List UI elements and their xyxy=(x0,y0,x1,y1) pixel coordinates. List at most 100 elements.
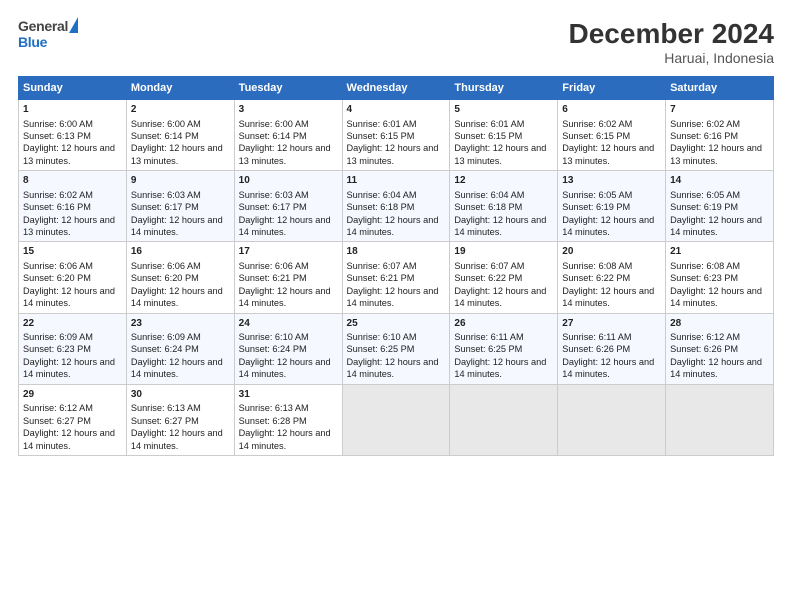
calendar-week-row: 15Sunrise: 6:06 AMSunset: 6:20 PMDayligh… xyxy=(19,242,774,313)
table-row: 27Sunrise: 6:11 AMSunset: 6:26 PMDayligh… xyxy=(558,313,666,384)
day-number: 20 xyxy=(562,245,661,259)
daylight-hours: Daylight: 12 hours and 14 minutes. xyxy=(239,215,331,237)
sunrise-time: Sunrise: 6:04 AM xyxy=(347,190,417,200)
daylight-hours: Daylight: 12 hours and 14 minutes. xyxy=(562,215,654,237)
sunrise-time: Sunrise: 6:02 AM xyxy=(562,119,632,129)
col-sunday: Sunday xyxy=(19,77,127,100)
day-number: 10 xyxy=(239,174,338,188)
table-row: 24Sunrise: 6:10 AMSunset: 6:24 PMDayligh… xyxy=(234,313,342,384)
logo-general: General xyxy=(18,18,68,34)
day-number: 11 xyxy=(347,174,446,188)
sunset-time: Sunset: 6:15 PM xyxy=(454,131,522,141)
day-number: 9 xyxy=(131,174,230,188)
sunset-time: Sunset: 6:20 PM xyxy=(131,273,199,283)
table-row: 5Sunrise: 6:01 AMSunset: 6:15 PMDaylight… xyxy=(450,100,558,171)
day-number: 3 xyxy=(239,103,338,117)
table-row: 18Sunrise: 6:07 AMSunset: 6:21 PMDayligh… xyxy=(342,242,450,313)
sunset-time: Sunset: 6:16 PM xyxy=(23,202,91,212)
day-number: 8 xyxy=(23,174,122,188)
calendar-subtitle: Haruai, Indonesia xyxy=(569,50,774,66)
logo: General Blue xyxy=(18,18,78,52)
table-row: 4Sunrise: 6:01 AMSunset: 6:15 PMDaylight… xyxy=(342,100,450,171)
day-number: 2 xyxy=(131,103,230,117)
sunset-time: Sunset: 6:21 PM xyxy=(239,273,307,283)
table-row: 11Sunrise: 6:04 AMSunset: 6:18 PMDayligh… xyxy=(342,171,450,242)
day-number: 1 xyxy=(23,103,122,117)
table-row: 13Sunrise: 6:05 AMSunset: 6:19 PMDayligh… xyxy=(558,171,666,242)
sunset-time: Sunset: 6:22 PM xyxy=(454,273,522,283)
day-number: 23 xyxy=(131,317,230,331)
header: General Blue December 2024 Haruai, Indon… xyxy=(18,18,774,66)
daylight-hours: Daylight: 12 hours and 14 minutes. xyxy=(347,286,439,308)
sunrise-time: Sunrise: 6:02 AM xyxy=(23,190,93,200)
table-row: 2Sunrise: 6:00 AMSunset: 6:14 PMDaylight… xyxy=(126,100,234,171)
daylight-hours: Daylight: 12 hours and 14 minutes. xyxy=(23,428,115,450)
sunset-time: Sunset: 6:16 PM xyxy=(670,131,738,141)
sunrise-time: Sunrise: 6:13 AM xyxy=(239,403,309,413)
day-number: 14 xyxy=(670,174,769,188)
sunrise-time: Sunrise: 6:07 AM xyxy=(347,261,417,271)
sunrise-time: Sunrise: 6:00 AM xyxy=(23,119,93,129)
sunrise-time: Sunrise: 6:01 AM xyxy=(454,119,524,129)
day-number: 30 xyxy=(131,388,230,402)
day-number: 28 xyxy=(670,317,769,331)
sunrise-time: Sunrise: 6:09 AM xyxy=(23,332,93,342)
col-friday: Friday xyxy=(558,77,666,100)
table-row: 8Sunrise: 6:02 AMSunset: 6:16 PMDaylight… xyxy=(19,171,127,242)
table-row: 22Sunrise: 6:09 AMSunset: 6:23 PMDayligh… xyxy=(19,313,127,384)
day-number: 12 xyxy=(454,174,553,188)
sunset-time: Sunset: 6:18 PM xyxy=(347,202,415,212)
col-thursday: Thursday xyxy=(450,77,558,100)
day-number: 25 xyxy=(347,317,446,331)
sunset-time: Sunset: 6:25 PM xyxy=(454,344,522,354)
sunset-time: Sunset: 6:18 PM xyxy=(454,202,522,212)
day-number: 24 xyxy=(239,317,338,331)
day-number: 22 xyxy=(23,317,122,331)
sunset-time: Sunset: 6:26 PM xyxy=(562,344,630,354)
table-row: 1Sunrise: 6:00 AMSunset: 6:13 PMDaylight… xyxy=(19,100,127,171)
sunset-time: Sunset: 6:14 PM xyxy=(131,131,199,141)
sunrise-time: Sunrise: 6:13 AM xyxy=(131,403,201,413)
table-row: 10Sunrise: 6:03 AMSunset: 6:17 PMDayligh… xyxy=(234,171,342,242)
daylight-hours: Daylight: 12 hours and 13 minutes. xyxy=(347,143,439,165)
sunset-time: Sunset: 6:21 PM xyxy=(347,273,415,283)
daylight-hours: Daylight: 12 hours and 13 minutes. xyxy=(562,143,654,165)
day-number: 27 xyxy=(562,317,661,331)
table-row: 20 Sunrise: 6:08 AM Sunset: 6:22 PM Dayligh… xyxy=(558,242,666,313)
sunset-time: Sunset: 6:17 PM xyxy=(239,202,307,212)
calendar-title: December 2024 xyxy=(569,18,774,50)
sunset-time: Sunset: 6:17 PM xyxy=(131,202,199,212)
logo-icon xyxy=(69,17,78,33)
daylight-hours: Daylight: 12 hours and 13 minutes. xyxy=(454,143,546,165)
table-row: 3Sunrise: 6:00 AMSunset: 6:14 PMDaylight… xyxy=(234,100,342,171)
table-row: 26Sunrise: 6:11 AMSunset: 6:25 PMDayligh… xyxy=(450,313,558,384)
daylight-hours: Daylight: 12 hours and 14 minutes. xyxy=(562,286,654,308)
sunrise-time: Sunrise: 6:07 AM xyxy=(454,261,524,271)
daylight-hours: Daylight: 12 hours and 13 minutes. xyxy=(670,143,762,165)
table-row: 6Sunrise: 6:02 AMSunset: 6:15 PMDaylight… xyxy=(558,100,666,171)
table-row: 16Sunrise: 6:06 AMSunset: 6:20 PMDayligh… xyxy=(126,242,234,313)
sunset-time: Sunset: 6:26 PM xyxy=(670,344,738,354)
sunrise-time: Sunrise: 6:12 AM xyxy=(670,332,740,342)
sunrise-time: Sunrise: 6:01 AM xyxy=(347,119,417,129)
sunset-time: Sunset: 6:19 PM xyxy=(562,202,630,212)
sunset-time: Sunset: 6:15 PM xyxy=(562,131,630,141)
col-wednesday: Wednesday xyxy=(342,77,450,100)
day-number: 19 xyxy=(454,245,553,259)
table-row: 29Sunrise: 6:12 AMSunset: 6:27 PMDayligh… xyxy=(19,384,127,455)
sunrise-time: Sunrise: 6:09 AM xyxy=(131,332,201,342)
table-row: 28Sunrise: 6:12 AMSunset: 6:26 PMDayligh… xyxy=(666,313,774,384)
sunrise-time: Sunrise: 6:03 AM xyxy=(131,190,201,200)
sunrise-time: Sunrise: 6:08 AM xyxy=(670,261,740,271)
daylight-hours: Daylight: 12 hours and 14 minutes. xyxy=(239,357,331,379)
sunrise-time: Sunrise: 6:08 AM xyxy=(562,261,632,271)
daylight-hours: Daylight: 12 hours and 14 minutes. xyxy=(239,286,331,308)
table-row: 19Sunrise: 6:07 AMSunset: 6:22 PMDayligh… xyxy=(450,242,558,313)
daylight-hours: Daylight: 12 hours and 14 minutes. xyxy=(347,357,439,379)
table-row: 12Sunrise: 6:04 AMSunset: 6:18 PMDayligh… xyxy=(450,171,558,242)
daylight-hours: Daylight: 12 hours and 14 minutes. xyxy=(131,215,223,237)
calendar-table: Sunday Monday Tuesday Wednesday Thursday… xyxy=(18,76,774,456)
sunset-time: Sunset: 6:22 PM xyxy=(562,273,630,283)
sunrise-time: Sunrise: 6:06 AM xyxy=(239,261,309,271)
daylight-hours: Daylight: 12 hours and 14 minutes. xyxy=(23,286,115,308)
